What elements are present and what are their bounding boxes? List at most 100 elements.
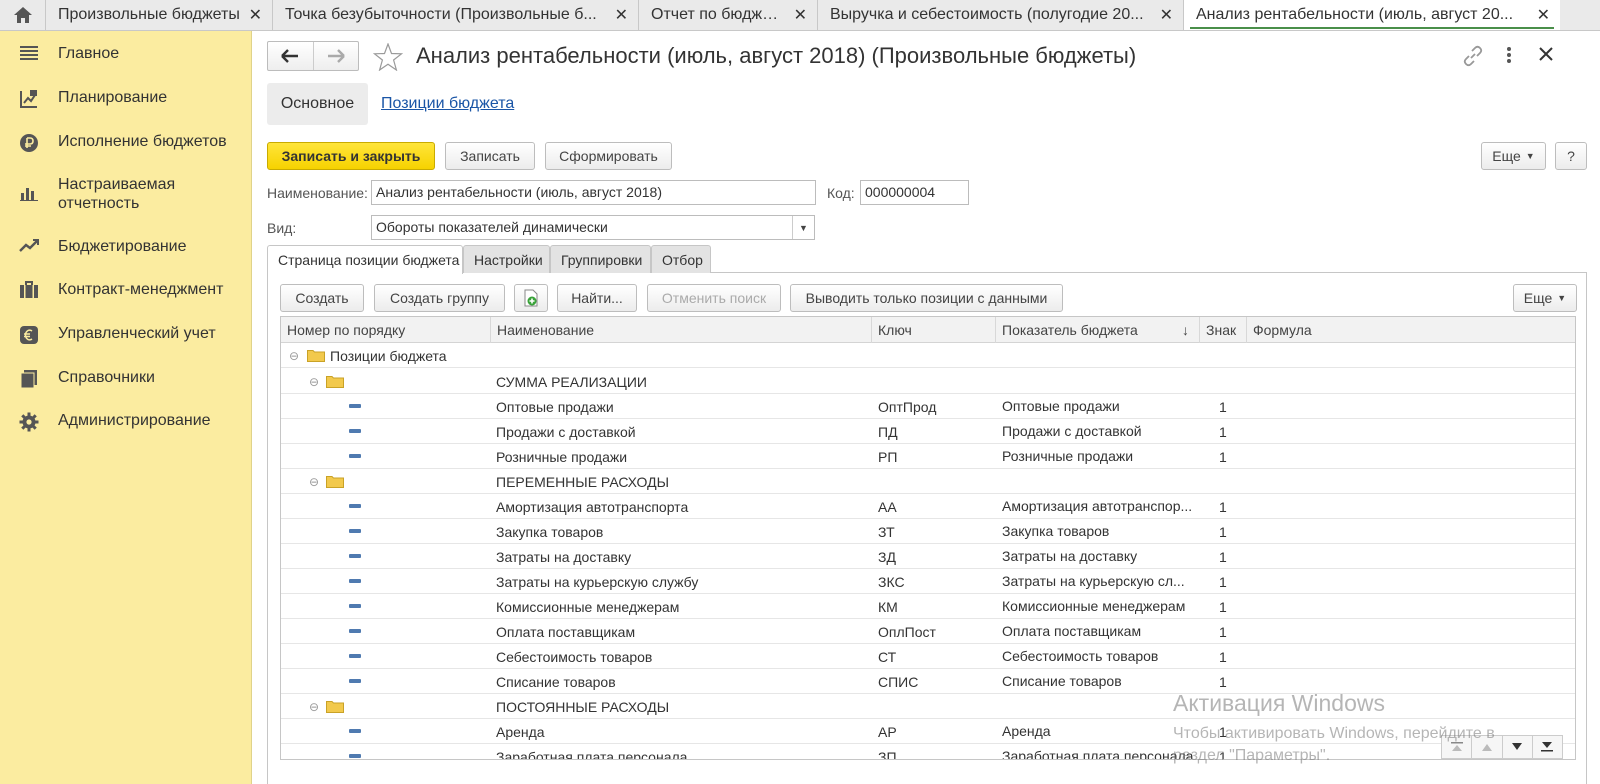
column-header-number[interactable]: Номер по порядку: [281, 317, 491, 343]
sidebar-item-management-accounting[interactable]: Управленческий учет: [0, 324, 252, 345]
top-tab-label: Произвольные бюджеты: [58, 6, 240, 23]
close-icon[interactable]: ✕: [1537, 5, 1550, 25]
sidebar-item-budgeting[interactable]: Бюджетирование: [0, 237, 252, 256]
section-link-budget-positions[interactable]: Позиции бюджета: [381, 95, 514, 113]
dropdown-arrow-icon[interactable]: ▼: [792, 216, 814, 239]
budget-item-icon: [349, 579, 361, 583]
table-row[interactable]: Комиссионные менеджерам КМ Комиссионные ме…: [281, 594, 1575, 619]
close-form-button[interactable]: [1539, 47, 1553, 64]
item-indicator: Себестоимость товаров: [1002, 648, 1159, 664]
euro-coin-icon: [20, 326, 38, 344]
top-tab-4-active[interactable]: Анализ рентабельности (июль, август 20..…: [1184, 0, 1560, 30]
folder-icon: [326, 476, 344, 488]
item-sign: 1: [1219, 423, 1227, 440]
group-name: СУММА РЕАЛИЗАЦИИ: [496, 373, 647, 390]
column-header-name[interactable]: Наименование: [491, 317, 872, 343]
item-sign: 1: [1219, 573, 1227, 590]
more-button[interactable]: Еще ▼: [1481, 142, 1546, 170]
section-tab-main[interactable]: Основное: [267, 83, 368, 125]
budget-item-icon: [349, 729, 361, 733]
close-icon[interactable]: ✕: [249, 5, 262, 25]
item-name: Закупка товаров: [496, 523, 604, 540]
save-and-close-button[interactable]: Записать и закрыть: [267, 142, 435, 170]
table-row[interactable]: Розничные продажи РП Розничные продажи 1: [281, 444, 1575, 469]
budget-item-icon: [349, 504, 361, 508]
item-indicator: Розничные продажи: [1002, 448, 1134, 464]
collapse-icon[interactable]: ⊖: [289, 343, 299, 368]
save-button[interactable]: Записать: [445, 142, 535, 170]
link-button[interactable]: [1462, 45, 1484, 70]
back-button[interactable]: [268, 42, 314, 70]
item-key: ПД: [878, 423, 898, 440]
table-row-root[interactable]: ⊖ Позиции бюджета: [281, 343, 1575, 368]
top-tab-3[interactable]: Выручка и себестоимость (полугодие 20...…: [818, 0, 1184, 30]
table-row-group[interactable]: ⊖ ПЕРЕМЕННЫЕ РАСХОДЫ: [281, 469, 1575, 494]
table-row[interactable]: Продажи с доставкой ПД Продажи с доставкой…: [281, 419, 1575, 444]
more-vertical-button[interactable]: [1506, 45, 1512, 68]
item-name: Списание товаров: [496, 673, 616, 690]
budget-item-icon: [349, 454, 361, 458]
scroll-down-button[interactable]: [1502, 735, 1533, 759]
sidebar-item-custom-reporting[interactable]: Настраиваемая отчетность: [0, 175, 252, 213]
only-with-data-button[interactable]: Выводить только позиции с данными: [790, 284, 1063, 312]
home-button[interactable]: [0, 0, 46, 30]
item-indicator: Комиссионные менеджерам: [1002, 598, 1186, 614]
item-indicator: Затраты на курьерскую сл...: [1002, 573, 1185, 589]
favorite-star-button[interactable]: [372, 42, 404, 74]
table-row[interactable]: Амортизация автотранспорта АА Амортизация …: [281, 494, 1575, 519]
code-input[interactable]: 000000004: [860, 180, 969, 205]
table-row[interactable]: Оптовые продажи ОптПрод Оптовые продажи 1: [281, 394, 1575, 419]
sidebar-item-directories[interactable]: Справочники: [0, 368, 252, 389]
sidebar-item-planning[interactable]: Планирование: [0, 88, 252, 109]
budget-item-icon: [349, 604, 361, 608]
close-icon[interactable]: ✕: [615, 5, 628, 25]
close-icon[interactable]: ✕: [794, 5, 807, 25]
cancel-search-button[interactable]: Отменить поиск: [647, 284, 781, 312]
grid-more-label: Еще: [1523, 290, 1553, 306]
collapse-icon[interactable]: ⊖: [309, 469, 319, 494]
close-icon[interactable]: ✕: [1160, 5, 1173, 25]
sidebar-item-contract-management[interactable]: Контракт-менеджмент: [0, 280, 252, 299]
add-from-file-button[interactable]: [514, 284, 548, 312]
create-button[interactable]: Создать: [280, 284, 364, 312]
sidebar-item-main[interactable]: Главное: [0, 44, 252, 63]
more-vertical-icon: [1507, 47, 1511, 63]
find-button[interactable]: Найти...: [557, 284, 637, 312]
table-row[interactable]: Себестоимость товаров СТ Себестоимость тов…: [281, 644, 1575, 669]
planning-chart-icon: [20, 90, 37, 108]
item-name: Заработная плата персонала: [496, 748, 688, 760]
generate-button[interactable]: Сформировать: [545, 142, 672, 170]
collapse-icon[interactable]: ⊖: [309, 369, 319, 394]
column-header-indicator[interactable]: Показатель бюджета ↓: [996, 317, 1200, 343]
column-header-sign[interactable]: Знак: [1200, 317, 1247, 343]
top-tab-label: Точка безубыточности (Произвольные б...: [285, 6, 597, 23]
sidebar-item-label: Настраиваемая отчетность: [58, 176, 176, 212]
table-row[interactable]: Оплата поставщикам ОплПост Оплата поставщи…: [281, 619, 1575, 644]
table-row[interactable]: Закупка товаров ЗТ Закупка товаров 1: [281, 519, 1575, 544]
sidebar-item-budget-execution[interactable]: Исполнение бюджетов: [0, 132, 252, 153]
sidebar-item-administration[interactable]: Администрирование: [0, 411, 252, 432]
grid-more-button[interactable]: Еще ▼: [1513, 284, 1577, 312]
watermark-line-1: Чтобы активировать Windows, перейдите в: [1173, 725, 1495, 742]
more-button-label: Еще: [1492, 148, 1521, 164]
forward-button[interactable]: [314, 42, 359, 70]
scroll-bottom-button[interactable]: [1532, 735, 1563, 759]
top-tab-2[interactable]: Отчет по бюджету ✕: [639, 0, 818, 30]
table-row[interactable]: Затраты на доставку ЗД Затраты на доставку…: [281, 544, 1575, 569]
create-group-button[interactable]: Создать группу: [374, 284, 505, 312]
top-tab-1[interactable]: Точка безубыточности (Произвольные б... …: [273, 0, 639, 30]
item-key: АР: [878, 723, 897, 740]
table-row[interactable]: Затраты на курьерскую службу ЗКС Затраты н…: [281, 569, 1575, 594]
kind-select[interactable]: Обороты показателей динамически ▼: [371, 215, 815, 240]
table-row-group[interactable]: ⊖ СУММА РЕАЛИЗАЦИИ: [281, 369, 1575, 394]
collapse-icon[interactable]: ⊖: [309, 694, 319, 719]
item-sign: 1: [1219, 598, 1227, 615]
item-indicator: Аренда: [1002, 723, 1051, 739]
name-label: Наименование:: [267, 185, 368, 201]
name-input[interactable]: Анализ рентабельности (июль, август 2018…: [371, 180, 816, 205]
help-button[interactable]: ?: [1555, 142, 1587, 170]
column-header-key[interactable]: Ключ: [872, 317, 996, 343]
item-key: РП: [878, 448, 898, 465]
column-header-formula[interactable]: Формула: [1247, 317, 1575, 343]
top-tab-0[interactable]: Произвольные бюджеты ✕: [46, 0, 273, 30]
